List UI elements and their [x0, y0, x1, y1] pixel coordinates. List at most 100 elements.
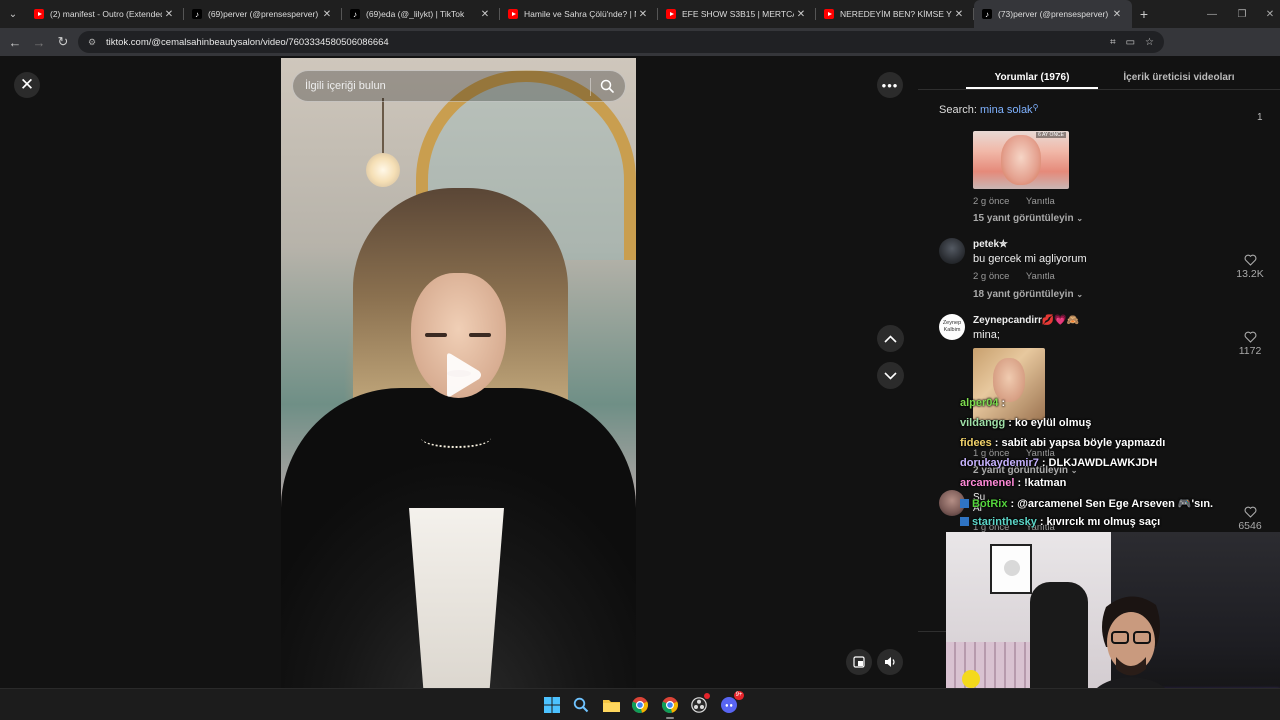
heart-icon [1244, 506, 1256, 518]
browser-tab[interactable]: ♪ (69)eda (@_lilykt) | TikTok ✕ [342, 0, 500, 28]
tab-search-menu-button[interactable]: ⌄ [0, 0, 26, 28]
chat-separator: : [1041, 457, 1046, 469]
search-icon[interactable] [599, 78, 615, 94]
comment-image[interactable] [973, 348, 1045, 420]
chat-separator: : [994, 437, 999, 449]
address-toolbar: ← → ↻ ⚙ tiktok.com/@cemalsahinbeautysalo… [0, 28, 1280, 76]
file-explorer-icon[interactable] [602, 696, 620, 714]
chevron-up-icon [884, 334, 897, 343]
video-scene-lamp [366, 153, 400, 187]
tab-close-icon[interactable]: ✕ [478, 9, 492, 20]
back-button[interactable]: ← [3, 30, 27, 54]
search-query-link[interactable]: mina solak [980, 104, 1033, 116]
tab-title: NEREDEYİM BEN? KİMSE YOK ! [840, 9, 952, 19]
chat-message: fidees: sabit abi yapsa böyle yapmazdı [960, 437, 1165, 449]
chevron-down-icon: ⌄ [1076, 214, 1084, 223]
site-info-icon[interactable]: ⚙ [86, 36, 98, 48]
chat-username: fidees [960, 437, 992, 449]
chat-message: vildangg: ko eylül olmuş [960, 417, 1091, 429]
tab-close-icon[interactable]: ✕ [636, 9, 650, 20]
browser-tab[interactable]: EFE SHOW S3B15 | MERTCAN B✕ [658, 0, 816, 28]
forward-button[interactable]: → [27, 30, 51, 54]
new-tab-button[interactable]: + [1132, 6, 1156, 22]
volume-button[interactable] [877, 649, 903, 675]
comment-username[interactable]: Zeynepcandirr💋💗🙈 [973, 315, 1079, 326]
windows-taskbar: 9+ [0, 688, 1280, 720]
comment-meta: 2 g önce Yanıtla [973, 271, 1069, 282]
browser-tab[interactable]: ♪ (69)perver (@prensesperver) | TikTok✕ [184, 0, 342, 28]
search-small-icon[interactable]: ⚲ [1033, 103, 1039, 112]
discord-notification-badge: 9+ [734, 691, 744, 700]
avatar[interactable] [939, 238, 965, 264]
tab-close-icon[interactable]: ✕ [320, 9, 334, 20]
browser-tab[interactable]: NEREDEYİM BEN? KİMSE YOK !✕ [816, 0, 974, 28]
picture-in-picture-icon [853, 656, 865, 668]
chat-text: sabit abi yapsa böyle yapmazdı [1001, 437, 1166, 449]
like-button[interactable]: 6546 [1235, 506, 1265, 532]
youtube-icon [508, 9, 518, 19]
chat-username: starinthesky [972, 516, 1037, 528]
window-close-button[interactable]: ✕ [1250, 0, 1280, 28]
search-icon[interactable] [572, 696, 590, 714]
heart-icon [1244, 254, 1256, 266]
chat-text: !katman [1024, 477, 1067, 489]
cast-icon[interactable]: ▭ [1126, 37, 1135, 48]
play-icon[interactable] [441, 352, 483, 398]
tab-title: (2) manifest - Outro (Extended) [50, 9, 162, 19]
chat-username: alper04 [960, 397, 999, 409]
tab-title: (69)perver (@prensesperver) | TikTok [208, 9, 320, 19]
tab-close-icon[interactable]: ✕ [952, 9, 966, 20]
chat-badge-icon [960, 499, 969, 508]
tab-close-icon[interactable]: ✕ [794, 9, 808, 20]
previous-video-button[interactable] [877, 325, 904, 352]
view-replies-button[interactable]: 18 yanıt görüntüleyin ⌄ [973, 289, 1083, 300]
chat-username: BotRix [972, 498, 1008, 510]
youtube-icon [34, 9, 44, 19]
reply-button[interactable]: Yanıtla [1026, 271, 1055, 282]
chevron-down-icon: ⌄ [1076, 290, 1084, 299]
windows-start-icon[interactable] [543, 696, 561, 714]
youtube-icon [666, 9, 676, 19]
volume-icon [884, 657, 895, 667]
chat-message: BotRix: @arcamenel Sen Ege Arseven 🎮'sın. [960, 497, 1213, 510]
tab-close-icon[interactable]: ✕ [162, 9, 176, 20]
browser-tab[interactable]: (2) manifest - Outro (Extended) ✕ [26, 0, 184, 28]
browser-tab[interactable]: Hamile ve Sahra Çölü'nde? | M ✕ [500, 0, 658, 28]
chrome-icon[interactable] [631, 696, 649, 714]
chat-message: alper04: [960, 397, 1008, 409]
tab-title: EFE SHOW S3B15 | MERTCAN B [682, 9, 794, 19]
related-content-search[interactable]: İlgili içeriği bulun [292, 70, 626, 102]
tab-creator-videos[interactable]: İçerik üreticisi videoları [1114, 64, 1244, 90]
translate-icon[interactable]: ⌗ [1110, 37, 1116, 48]
rubber-duck [962, 670, 980, 688]
url-text: tiktok.com/@cemalsahinbeautysalon/video/… [106, 36, 389, 48]
view-replies-button[interactable]: 15 yanıt görüntüleyin ⌄ [973, 213, 1083, 224]
search-result-count: 1 [1257, 112, 1263, 123]
comment-time: 2 g önce [973, 271, 1010, 282]
next-video-button[interactable] [877, 362, 904, 389]
bookmark-star-icon[interactable]: ☆ [1145, 37, 1154, 48]
search-prefix: Search: [939, 104, 977, 116]
comment-image[interactable]: 6 AY ÖNCE [973, 131, 1069, 189]
browser-tab[interactable]: ♪ (73)perver (@prensesperver) | TikTok✕ [974, 0, 1132, 28]
like-button[interactable]: 13.2K [1235, 254, 1265, 280]
reply-button[interactable]: Yanıtla [1026, 196, 1055, 207]
obs-icon[interactable] [690, 693, 710, 714]
video-player[interactable]: İlgili içeriği bulun [281, 58, 636, 688]
browser-tab-bar: ⌄ (2) manifest - Outro (Extended) ✕ ♪ (69)p… [0, 0, 1280, 28]
like-count: 6546 [1238, 520, 1262, 532]
tab-close-icon[interactable]: ✕ [1110, 9, 1124, 20]
chat-separator: : [1001, 397, 1006, 409]
address-bar[interactable]: ⚙ tiktok.com/@cemalsahinbeautysalon/vide… [78, 31, 1164, 53]
comment-username[interactable]: petek✮ [973, 239, 1008, 250]
like-button[interactable]: 1172 [1235, 331, 1265, 357]
pip-button[interactable] [846, 649, 872, 675]
tiktok-icon: ♪ [192, 9, 202, 19]
chrome-active-icon[interactable] [661, 696, 679, 719]
close-video-button[interactable]: ✕ [14, 72, 40, 98]
more-options-button[interactable]: ••• [877, 72, 903, 98]
chat-separator: : [1039, 516, 1044, 528]
avatar[interactable]: Zeynep Kalbim [939, 314, 965, 340]
discord-icon[interactable]: 9+ [720, 691, 744, 714]
reload-button[interactable]: ↻ [51, 30, 75, 54]
